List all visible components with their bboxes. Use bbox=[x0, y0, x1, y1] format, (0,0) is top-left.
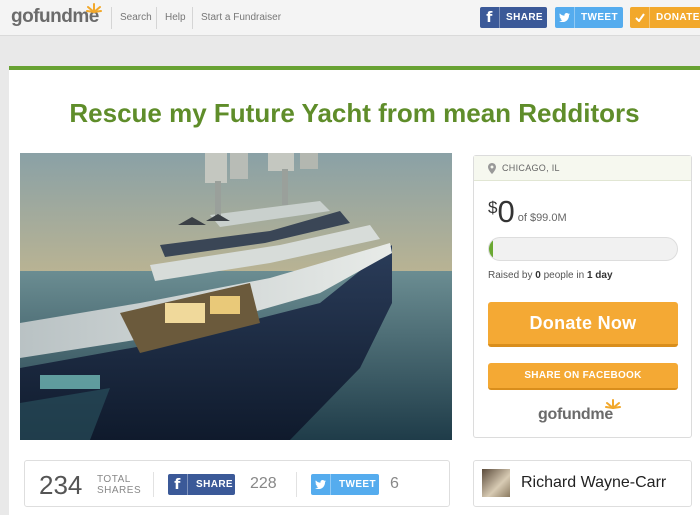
raised-by-text: Raised by 0 people in 1 day bbox=[488, 270, 613, 281]
nav-divider bbox=[111, 7, 112, 29]
share-divider bbox=[296, 472, 297, 497]
top-donate-button[interactable]: DONATE bbox=[630, 7, 700, 28]
total-label-line-1: TOTAL bbox=[97, 474, 131, 485]
total-shares-count: 234 bbox=[39, 470, 83, 500]
top-share-facebook-button[interactable]: f SHARE bbox=[480, 7, 547, 28]
top-navigation: gofundme Search Help Start a Fundraiser … bbox=[0, 0, 700, 36]
nav-help-link[interactable]: Help bbox=[165, 12, 186, 23]
top-donate-label: DONATE bbox=[656, 12, 700, 23]
organizer-card[interactable]: Richard Wayne-Carr bbox=[473, 460, 692, 507]
facebook-icon: f bbox=[480, 7, 500, 28]
raised-amount: $ 0 of $99.0M bbox=[488, 196, 567, 227]
logo-fund: fund bbox=[33, 6, 73, 27]
donate-now-button[interactable]: Donate Now bbox=[488, 302, 678, 347]
raised-value: 0 bbox=[497, 194, 515, 229]
total-label-line-2: SHARES bbox=[97, 485, 142, 496]
twitter-icon bbox=[311, 474, 331, 495]
share-facebook-button[interactable]: f SHARE bbox=[168, 474, 235, 495]
total-shares-label: TOTAL SHARES bbox=[97, 474, 141, 496]
nav-start-fundraiser-link[interactable]: Start a Fundraiser bbox=[201, 12, 281, 23]
organizer-avatar[interactable] bbox=[482, 469, 510, 497]
panel-gofundme-logo: gofundme bbox=[538, 406, 613, 423]
top-share-label: SHARE bbox=[506, 12, 544, 23]
share-stats-bar: 234 TOTAL SHARES f SHARE 228 TWEET 6 bbox=[24, 460, 450, 507]
progress-fill bbox=[489, 238, 493, 260]
facebook-icon: f bbox=[168, 474, 188, 495]
donation-panel: CHICAGO, IL $ 0 of $99.0M Raised by 0 pe… bbox=[473, 155, 692, 438]
tweet-count: 6 bbox=[390, 475, 399, 492]
campaign-photo[interactable] bbox=[20, 153, 452, 440]
nav-divider bbox=[192, 7, 193, 29]
nav-search-link[interactable]: Search bbox=[120, 12, 152, 23]
nav-divider bbox=[156, 7, 157, 29]
tweet-button[interactable]: TWEET bbox=[311, 474, 379, 495]
location-pin-icon bbox=[488, 162, 496, 174]
location-bar: CHICAGO, IL bbox=[474, 156, 691, 181]
share-on-facebook-button[interactable]: SHARE ON FACEBOOK bbox=[488, 363, 678, 390]
sun-icon bbox=[605, 399, 621, 409]
twitter-icon bbox=[555, 7, 575, 28]
campaign-title: Rescue my Future Yacht from mean Reddito… bbox=[69, 98, 640, 128]
tweet-label: TWEET bbox=[339, 479, 376, 490]
share-divider bbox=[153, 472, 154, 497]
top-tweet-button[interactable]: TWEET bbox=[555, 7, 623, 28]
progress-bar bbox=[488, 237, 678, 261]
share-facebook-label: SHARE bbox=[196, 479, 234, 490]
currency-symbol: $ bbox=[488, 198, 498, 217]
facebook-share-count: 228 bbox=[250, 475, 277, 492]
campaign-card: Rescue my Future Yacht from mean Reddito… bbox=[9, 66, 700, 515]
organizer-name[interactable]: Richard Wayne-Carr bbox=[521, 474, 666, 492]
location-text: CHICAGO, IL bbox=[502, 163, 560, 173]
people-suffix: people in bbox=[540, 270, 587, 281]
days-count: 1 day bbox=[586, 270, 613, 281]
top-tweet-label: TWEET bbox=[581, 12, 618, 23]
goal-text: of $99.0M bbox=[517, 212, 567, 224]
sun-icon bbox=[86, 3, 102, 13]
logo-go: go bbox=[11, 6, 34, 27]
raised-prefix: Raised by bbox=[488, 270, 536, 281]
checkmark-icon bbox=[630, 7, 650, 28]
